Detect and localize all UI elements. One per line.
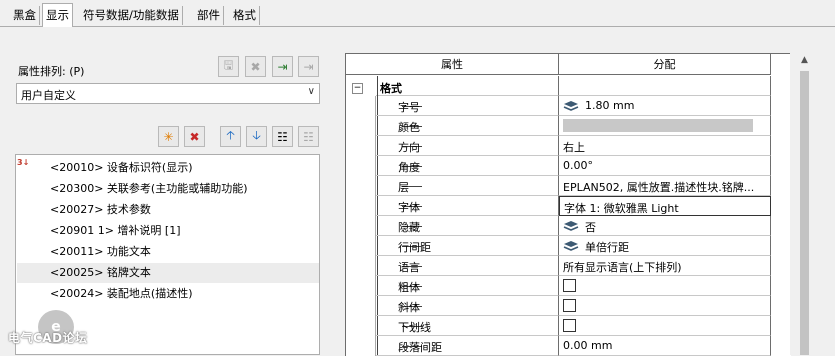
property-row[interactable]: 字体 字体 1: 微软雅黑 Light [346, 196, 791, 216]
tab-display[interactable]: 显示 [42, 3, 73, 28]
save-icon[interactable]: 🖫 [218, 56, 239, 77]
group-row [346, 76, 791, 96]
panel-splitter[interactable] [333, 27, 343, 355]
move-up-icon[interactable]: 🡡 [220, 126, 241, 147]
property-row[interactable]: 角度 0.00° [346, 156, 791, 176]
layer-icon [563, 241, 579, 251]
column-header-property[interactable]: 属性 [346, 54, 559, 75]
tab-format[interactable]: 格式 [230, 6, 260, 25]
property-row[interactable]: 下划线 [346, 316, 791, 336]
import-icon[interactable]: ⇥ [272, 56, 293, 77]
underline-checkbox[interactable] [563, 319, 576, 332]
list-item[interactable]: <20027> 技术参数 [50, 200, 151, 220]
delete-icon[interactable]: ✖ [184, 126, 205, 147]
delete-scheme-icon[interactable]: ✖ [245, 56, 266, 77]
list-item[interactable]: <20300> 关联参考(主功能或辅助功能) [50, 179, 248, 199]
list-item[interactable]: <20024> 装配地点(描述性) [50, 284, 193, 304]
property-row[interactable]: 字号 1.80 mm [346, 96, 791, 116]
sort-descending-icon: 3↓ [17, 158, 30, 167]
layer-icon [563, 101, 579, 111]
export-icon[interactable]: ⇥ [298, 56, 319, 77]
property-row[interactable]: 方向 右上 [346, 136, 791, 156]
italic-checkbox[interactable] [563, 299, 576, 312]
property-row[interactable]: 语言 所有显示语言(上下排列) [346, 256, 791, 276]
scroll-thumb[interactable] [800, 71, 809, 355]
property-grid: 属性 分配 − 格式 字号 1.80 mm 颜色 方向 右上 角度 0.00° … [345, 53, 791, 356]
list-item[interactable]: <20010> 设备标识符(显示) [50, 158, 193, 178]
sort-label: 属性排列: (P) [18, 65, 85, 78]
new-icon[interactable]: ✳ [158, 126, 179, 147]
split-icon[interactable]: ☷ [272, 126, 293, 147]
left-panel: 属性排列: (P) 🖫 ✖ ⇥ ⇥ 用户自定义 ∨ ✳ ✖ 🡡 🡣 ☷ ☷ <2… [0, 27, 333, 355]
tab-parts[interactable]: 部件 [194, 6, 224, 25]
color-swatch[interactable] [563, 119, 753, 132]
move-down-icon[interactable]: 🡣 [246, 126, 267, 147]
property-row[interactable]: 层 EPLAN502, 属性放置.描述性块.铭牌... [346, 176, 791, 196]
bold-checkbox[interactable] [563, 279, 576, 292]
list-item-selected[interactable]: <20025> 铭牌文本 [17, 263, 319, 283]
property-row[interactable]: 粗体 [346, 276, 791, 296]
property-row[interactable]: 段落间距 0.00 mm [346, 336, 791, 356]
property-row[interactable]: 隐藏 否 [346, 216, 791, 236]
watermark-text: 电气CAD论坛 [8, 331, 88, 345]
group-format: 格式 [380, 82, 402, 95]
chevron-down-icon: ∨ [307, 86, 315, 97]
column-header-value[interactable]: 分配 [559, 54, 771, 75]
vertical-scrollbar[interactable]: ▲ [790, 53, 835, 355]
collapse-icon[interactable]: − [352, 83, 363, 94]
merge-icon[interactable]: ☷ [298, 126, 319, 147]
sort-order-select[interactable]: 用户自定义 ∨ [16, 83, 320, 104]
scroll-up-icon[interactable]: ▲ [801, 55, 808, 65]
sort-order-value: 用户自定义 [21, 89, 76, 102]
tab-symbol-function-data[interactable]: 符号数据/功能数据 [80, 6, 183, 25]
list-item[interactable]: <20901 1> 增补说明 [1] [50, 221, 181, 241]
property-row[interactable]: 颜色 [346, 116, 791, 136]
font-field[interactable]: 字体 1: 微软雅黑 Light [559, 196, 771, 216]
tab-bar: 黑盒 显示 符号数据/功能数据 部件 格式 [0, 0, 835, 28]
list-item[interactable]: <20011> 功能文本 [50, 242, 151, 262]
property-row[interactable]: 行间距 单倍行距 [346, 236, 791, 256]
tab-blackbox[interactable]: 黑盒 [10, 6, 40, 25]
layer-icon [563, 221, 579, 231]
property-row[interactable]: 斜体 [346, 296, 791, 316]
